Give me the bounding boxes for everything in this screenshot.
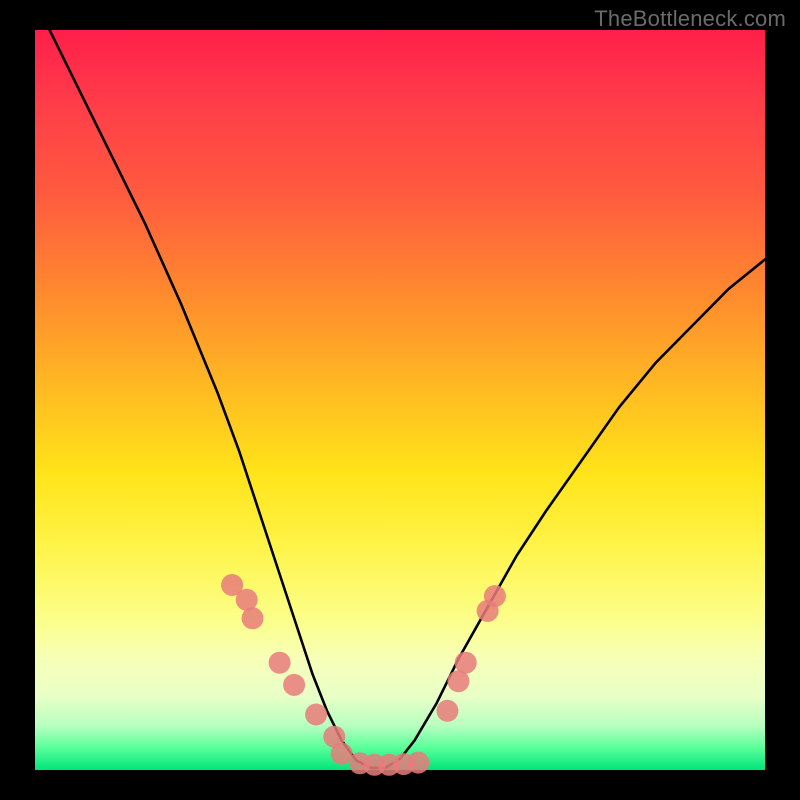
highlight-dot (242, 607, 264, 629)
curve-layer (35, 30, 765, 770)
highlight-dot (407, 752, 429, 774)
chart-frame: TheBottleneck.com (0, 0, 800, 800)
bottleneck-curve (35, 0, 765, 767)
plot-area (35, 30, 765, 770)
highlight-dot (436, 700, 458, 722)
highlight-dot (305, 704, 327, 726)
highlight-dot (455, 652, 477, 674)
highlight-dot (484, 585, 506, 607)
watermark-text: TheBottleneck.com (594, 6, 786, 32)
highlight-dot (283, 674, 305, 696)
highlight-dots (221, 574, 506, 776)
highlight-dot (269, 652, 291, 674)
